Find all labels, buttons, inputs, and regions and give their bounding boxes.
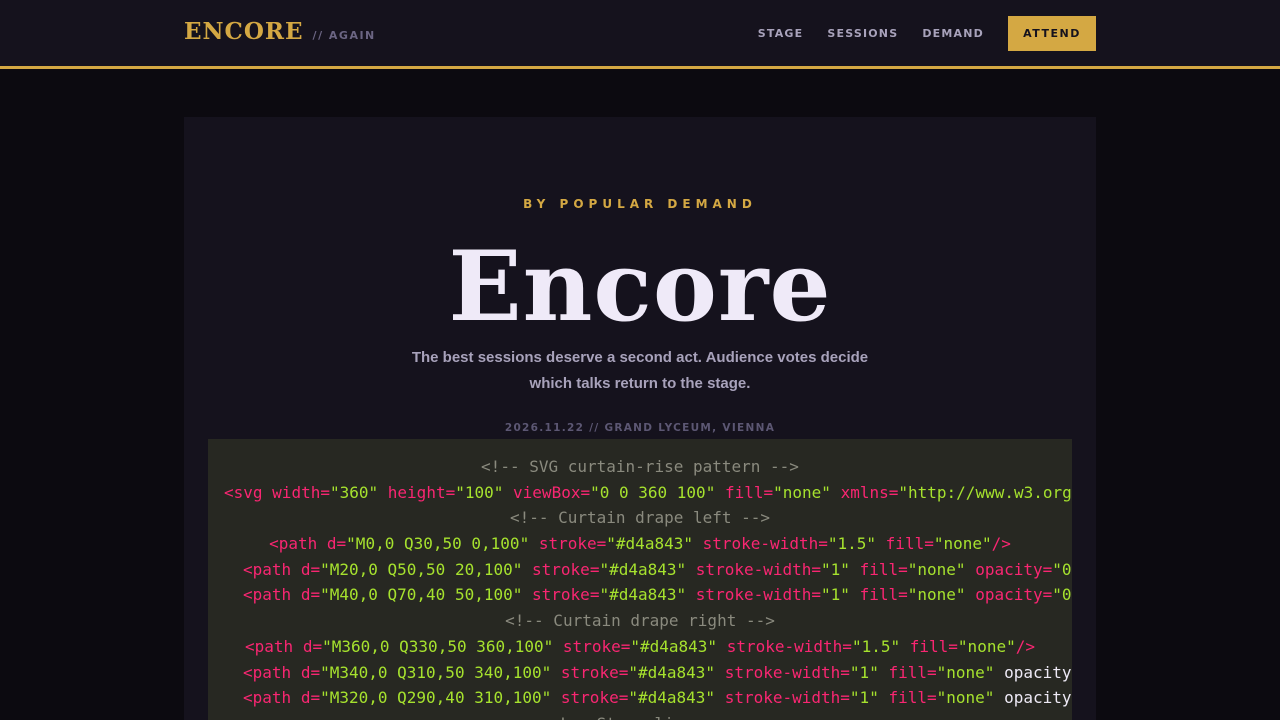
code-line: <!-- Stage line --> xyxy=(208,711,1072,720)
code-line: <!-- SVG curtain-rise pattern --> xyxy=(481,457,799,476)
nav-link-demand[interactable]: DEMAND xyxy=(922,27,984,40)
code-line: <svg width="360" height="100" viewBox="0… xyxy=(224,482,1072,502)
code-line: <path d="M320,0 Q290,40 310,100" stroke=… xyxy=(243,688,1072,708)
code-block: <!-- SVG curtain-rise pattern --> <svg w… xyxy=(208,439,1072,720)
code-line: <path d="M360,0 Q330,50 360,100" stroke=… xyxy=(245,636,1035,656)
site-tagline: // AGAIN xyxy=(312,29,376,42)
hero-kicker: BY POPULAR DEMAND xyxy=(523,197,757,211)
main-nav: STAGE SESSIONS DEMAND ATTEND xyxy=(758,16,1096,51)
hero-card: BY POPULAR DEMAND Encore The best sessio… xyxy=(184,117,1096,720)
code-line: <!-- Curtain drape right --> xyxy=(505,611,775,631)
code-line: <path d="M20,0 Q50,50 20,100" stroke="#d… xyxy=(243,559,1072,579)
hero-title: Encore xyxy=(448,230,832,343)
event-meta: 2026.11.22 // GRAND LYCEUM, VIENNA xyxy=(504,422,776,434)
nav-link-sessions[interactable]: SESSIONS xyxy=(827,27,898,40)
top-navigation-bar: ENCORE // AGAIN STAGE SESSIONS DEMAND AT… xyxy=(0,0,1280,66)
attend-button[interactable]: ATTEND xyxy=(1008,16,1096,51)
code-line: <path d="M0,0 Q30,50 0,100" stroke="#d4a… xyxy=(269,534,1011,554)
nav-link-stage[interactable]: STAGE xyxy=(758,27,804,40)
code-line: <path d="M40,0 Q70,40 50,100" stroke="#d… xyxy=(243,585,1072,605)
hero-subtitle: The best sessions deserve a second act. … xyxy=(411,349,869,392)
code-line: <path d="M340,0 Q310,50 340,100" stroke=… xyxy=(243,662,1072,682)
site-logo[interactable]: ENCORE xyxy=(184,18,304,45)
brand[interactable]: ENCORE // AGAIN xyxy=(184,18,376,45)
header-divider xyxy=(0,66,1280,69)
code-line: <!-- Curtain drape left --> xyxy=(509,508,771,528)
